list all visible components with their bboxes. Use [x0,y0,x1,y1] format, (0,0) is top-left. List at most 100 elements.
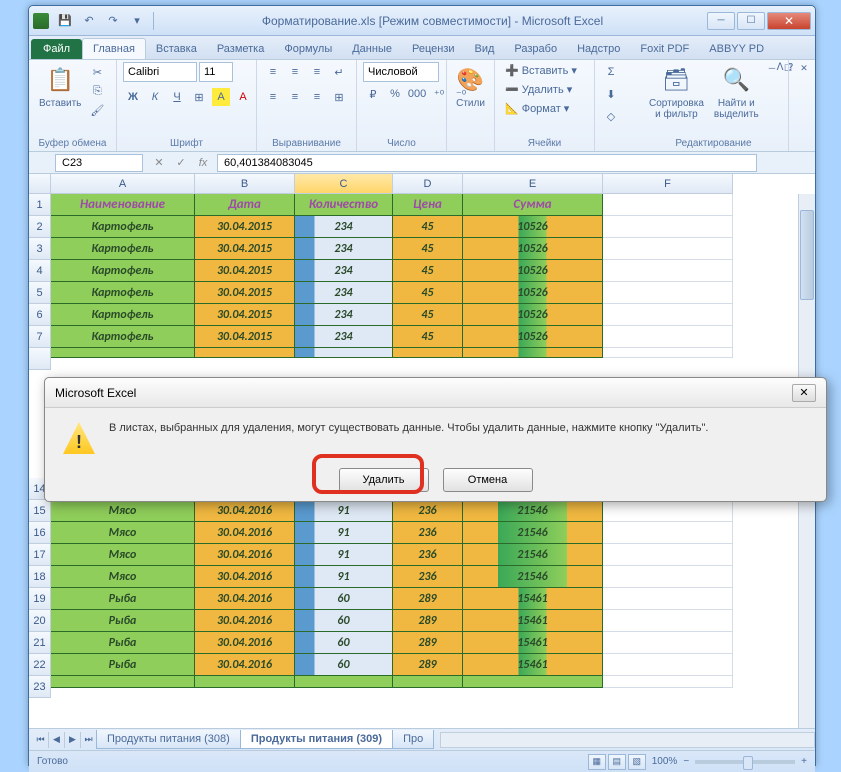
cell-empty[interactable] [195,676,295,688]
tab-data[interactable]: Данные [342,39,402,59]
cell-qty[interactable]: 234 [295,216,393,238]
cell-name[interactable]: Картофель [51,304,195,326]
cell-gap[interactable] [463,348,603,358]
bold-button[interactable]: Ж [124,88,142,106]
cell-price[interactable]: 236 [393,544,463,566]
cell-price[interactable]: 45 [393,216,463,238]
cell-empty[interactable] [51,676,195,688]
cell-qty[interactable]: 60 [295,632,393,654]
cell-sum[interactable]: 10526 [463,260,603,282]
cell-qty[interactable]: 91 [295,522,393,544]
format-cells-button[interactable]: 📐 Формат ▾ [501,100,573,117]
wrap-text-icon[interactable]: ↵ [330,63,348,81]
blank-cell[interactable] [603,194,733,216]
tab-home[interactable]: Главная [82,38,146,59]
percent-icon[interactable]: % [386,85,404,103]
tab-developer[interactable]: Разрабо [504,39,567,59]
tab-abbyy[interactable]: ABBYY PD [699,39,774,59]
cell-name[interactable]: Мясо [51,544,195,566]
col-header-corner[interactable] [29,174,51,194]
cell-date[interactable]: 30.04.2015 [195,238,295,260]
cell-gap[interactable] [295,348,393,358]
find-select-button[interactable]: 🔍 Найти и выделить [710,62,763,122]
cancel-formula-icon[interactable]: ✕ [151,155,167,171]
cell-qty[interactable]: 234 [295,238,393,260]
cell-date[interactable]: 30.04.2016 [195,544,295,566]
enter-formula-icon[interactable]: ✓ [173,155,189,171]
clear-icon[interactable]: ◇ [602,107,620,125]
blank-cell[interactable] [603,544,733,566]
cell-price[interactable]: 289 [393,632,463,654]
cell-date[interactable]: 30.04.2016 [195,610,295,632]
cell-qty[interactable]: 234 [295,326,393,348]
col-header-A[interactable]: A [51,174,195,194]
sort-filter-button[interactable]: 🗃 Сортировка и фильтр [645,62,708,122]
save-icon[interactable]: 💾 [55,11,75,31]
fill-icon[interactable]: ⬇ [602,85,620,103]
tab-foxit[interactable]: Foxit PDF [630,39,699,59]
row-header-2[interactable]: 2 [29,216,51,238]
cell-sum[interactable]: 21546 [463,500,603,522]
cell-name[interactable]: Рыба [51,654,195,676]
cell-name[interactable]: Картофель [51,238,195,260]
tab-file[interactable]: Файл [31,39,82,59]
format-painter-icon[interactable]: 🖌 [88,101,106,119]
cell-empty[interactable] [603,676,733,688]
cell-price[interactable]: 289 [393,610,463,632]
sheet-nav-first-icon[interactable]: ⏮ [33,732,49,748]
tab-addins[interactable]: Надстро [567,39,630,59]
row-header-22[interactable]: 22 [29,654,51,676]
cell-qty[interactable]: 91 [295,566,393,588]
cell-gap[interactable] [51,348,195,358]
cell-qty[interactable]: 234 [295,282,393,304]
cell-empty[interactable] [463,676,603,688]
cut-icon[interactable]: ✂ [88,63,106,81]
row-header-4[interactable]: 4 [29,260,51,282]
zoom-in-button[interactable]: + [801,756,807,767]
blank-cell[interactable] [603,500,733,522]
scroll-thumb[interactable] [800,210,814,300]
cell-price[interactable]: 45 [393,282,463,304]
wb-close-icon[interactable]: ✕ [797,62,811,74]
sheet-nav-prev-icon[interactable]: ◀ [49,732,65,748]
paste-button[interactable]: 📋 Вставить [35,62,85,111]
blank-cell[interactable] [603,326,733,348]
cell-sum[interactable]: 21546 [463,522,603,544]
currency-icon[interactable]: ₽ [364,85,382,103]
blank-cell[interactable] [603,588,733,610]
tab-review[interactable]: Рецензи [402,39,465,59]
row-header-16[interactable]: 16 [29,522,51,544]
cell-date[interactable]: 30.04.2015 [195,304,295,326]
italic-button[interactable]: К [146,88,164,106]
row-header-21[interactable]: 21 [29,632,51,654]
cell-name[interactable]: Мясо [51,500,195,522]
autosum-icon[interactable]: Σ [602,63,620,81]
view-layout-icon[interactable]: ▤ [608,754,626,770]
cell-empty[interactable] [393,676,463,688]
view-break-icon[interactable]: ▧ [628,754,646,770]
merge-icon[interactable]: ⊞ [330,88,348,106]
cell-name[interactable]: Картофель [51,326,195,348]
cell-qty[interactable]: 91 [295,500,393,522]
align-right-icon[interactable]: ≡ [308,88,326,106]
zoom-level[interactable]: 100% [652,756,678,767]
blank-cell[interactable] [603,566,733,588]
row-header-gap[interactable] [29,348,51,370]
row-header-18[interactable]: 18 [29,566,51,588]
font-size-select[interactable]: 11 [199,62,233,82]
cell-date[interactable]: 30.04.2015 [195,326,295,348]
cell-date[interactable]: 30.04.2015 [195,260,295,282]
sheet-nav-next-icon[interactable]: ▶ [65,732,81,748]
sheet-tab-2[interactable]: Продукты питания (309) [240,730,393,749]
cell-sum[interactable]: 21546 [463,566,603,588]
row-header-20[interactable]: 20 [29,610,51,632]
align-center-icon[interactable]: ≡ [286,88,304,106]
cell-date[interactable]: 30.04.2016 [195,632,295,654]
cell-name[interactable]: Картофель [51,282,195,304]
tab-layout[interactable]: Разметка [207,39,275,59]
dialog-delete-button[interactable]: Удалить [339,468,429,492]
cell-sum[interactable]: 15461 [463,632,603,654]
cell-price[interactable]: 45 [393,238,463,260]
align-bot-icon[interactable]: ≡ [308,63,326,81]
cell-price[interactable]: 236 [393,500,463,522]
